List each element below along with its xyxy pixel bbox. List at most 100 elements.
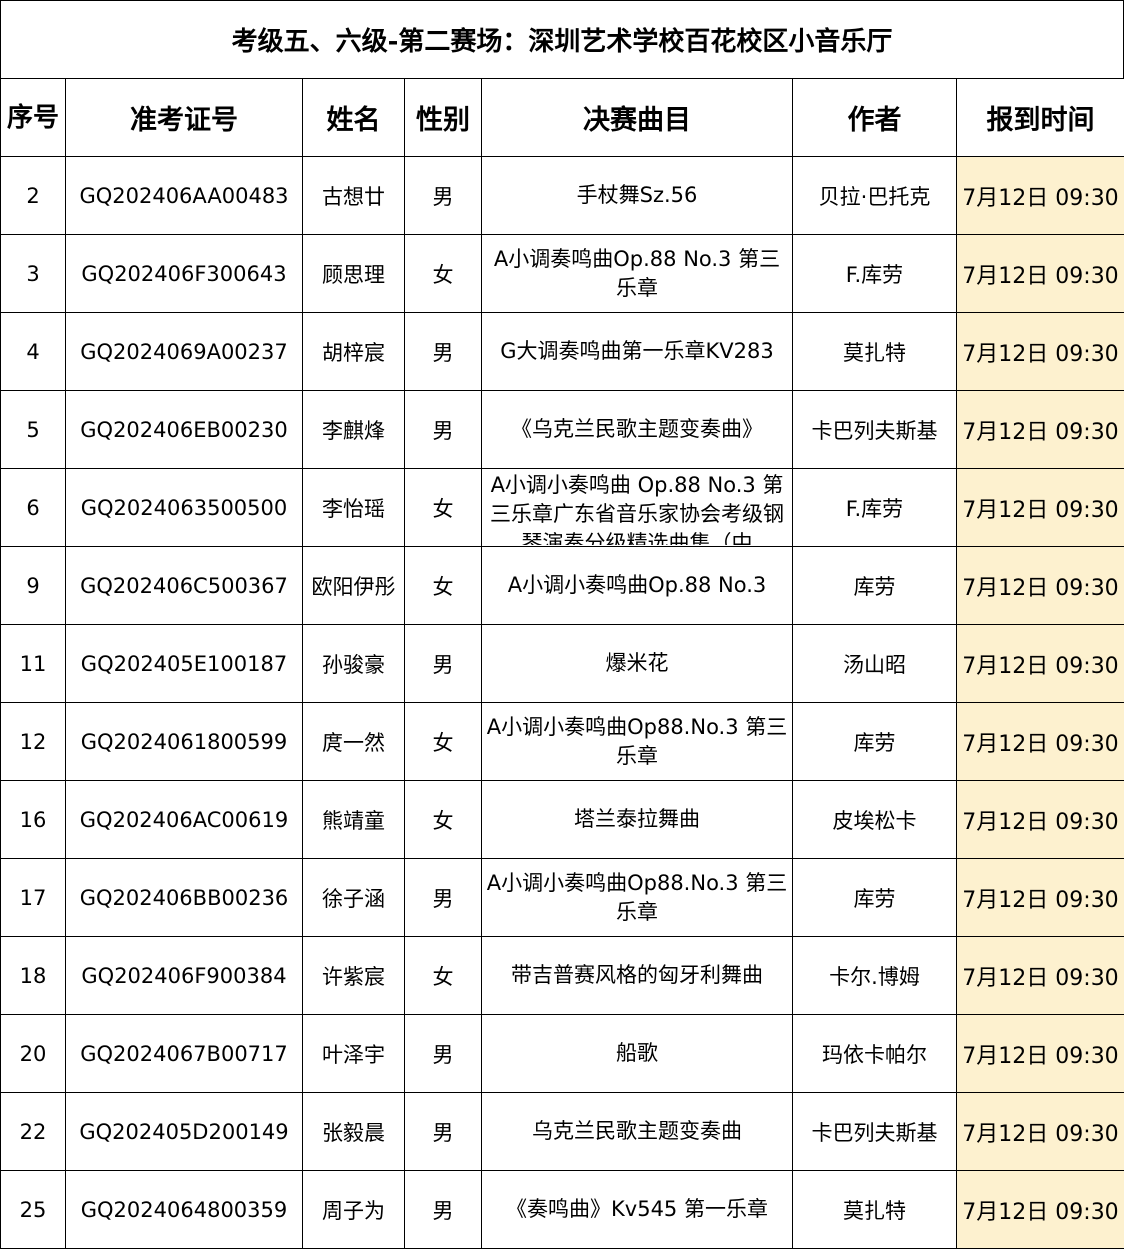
cell-composer: 卡尔.博姆 — [792, 936, 957, 1015]
cell-exam-id: GQ202406BB00236 — [65, 858, 303, 937]
cell-seq: 11 — [0, 624, 66, 703]
header-gender: 性别 — [404, 78, 482, 157]
cell-piece: A小调小奏鸣曲Op.88 No.3 — [481, 546, 793, 625]
cell-exam-id: GQ2024063500500 — [65, 468, 303, 547]
table-row: 9 GQ202406C500367 欧阳伊彤女 A小调小奏鸣曲Op.88 No.3 库劳… — [0, 546, 1124, 625]
cell-seq: 16 — [0, 780, 66, 859]
cell-checkin: 7月12日 09:30 — [956, 156, 1124, 235]
piece-text: 《奏鸣曲》Kv545 第一乐章 — [506, 1197, 768, 1221]
cell-checkin: 7月12日 09:30 — [956, 780, 1124, 859]
piece-text: A小调小奏鸣曲Op88.No.3 第三乐章 — [486, 870, 788, 924]
piece-text: A小调小奏鸣曲Op.88 No.3 — [507, 573, 767, 597]
cell-gender: 男 — [404, 1014, 482, 1093]
cell-gender: 女 — [404, 780, 482, 859]
piece-text: 爆米花 — [605, 651, 669, 675]
cell-composer: 库劳 — [792, 858, 957, 937]
table-row: 3 GQ202406F300643 顾思理女 A小调奏鸣曲Op.88 No.3 第三乐… — [0, 234, 1124, 313]
cell-gender: 女 — [404, 702, 482, 781]
cell-gender: 男 — [404, 390, 482, 469]
cell-name: 张毅晨 — [302, 1092, 405, 1171]
spreadsheet: 考级五、六级-第二赛场：深圳艺术学校百花校区小音乐厅 序号 准考证号 姓名 性别… — [0, 0, 1124, 1260]
cell-exam-id: GQ202406EB00230 — [65, 390, 303, 469]
cell-gender: 男 — [404, 312, 482, 391]
cell-exam-id: GQ2024067B00717 — [65, 1014, 303, 1093]
cell-name: 周子为 — [302, 1170, 405, 1249]
table-row: 20 GQ2024067B00717 叶泽宇男 船歌 玛依卡帕尔 7月12日 09:30 — [0, 1014, 1124, 1093]
cell-gender: 男 — [404, 156, 482, 235]
cell-seq: 9 — [0, 546, 66, 625]
cell-composer: F.库劳 — [792, 234, 957, 313]
cell-piece: A小调小奏鸣曲Op88.No.3 第三乐章 — [481, 702, 793, 781]
header-name: 姓名 — [302, 78, 405, 157]
piece-text: 塔兰泰拉舞曲 — [574, 807, 700, 831]
cell-piece: A小调小奏鸣曲Op88.No.3 第三乐章 — [481, 858, 793, 937]
cell-seq: 17 — [0, 858, 66, 937]
cell-piece: 爆米花 — [481, 624, 793, 703]
cell-piece: 手杖舞Sz.56 — [481, 156, 793, 235]
cell-checkin: 7月12日 09:30 — [956, 936, 1124, 1015]
cell-seq: 20 — [0, 1014, 66, 1093]
piece-text: 手杖舞Sz.56 — [576, 183, 698, 207]
cell-composer: 皮埃松卡 — [792, 780, 957, 859]
cell-gender: 女 — [404, 546, 482, 625]
cell-name: 许紫宸 — [302, 936, 405, 1015]
header-piece: 决赛曲目 — [481, 78, 793, 157]
cell-gender: 女 — [404, 468, 482, 547]
piece-text: 乌克兰民歌主题变奏曲 — [532, 1119, 742, 1143]
cell-seq: 22 — [0, 1092, 66, 1171]
cell-exam-id: GQ202406AC00619 — [65, 780, 303, 859]
cell-checkin: 7月12日 09:30 — [956, 858, 1124, 937]
cell-checkin: 7月12日 09:30 — [956, 546, 1124, 625]
cell-seq: 25 — [0, 1170, 66, 1249]
cell-composer: 卡巴列夫斯基 — [792, 1092, 957, 1171]
cell-name: 顾思理 — [302, 234, 405, 313]
cell-seq: 18 — [0, 936, 66, 1015]
cell-checkin: 7月12日 09:30 — [956, 702, 1124, 781]
cell-piece: 带吉普赛风格的匈牙利舞曲 — [481, 936, 793, 1015]
piece-text: 带吉普赛风格的匈牙利舞曲 — [511, 963, 763, 987]
cell-piece: 乌克兰民歌主题变奏曲 — [481, 1092, 793, 1171]
header-composer: 作者 — [792, 78, 957, 157]
cell-checkin: 7月12日 09:30 — [956, 1092, 1124, 1171]
cell-piece: 塔兰泰拉舞曲 — [481, 780, 793, 859]
cell-gender: 女 — [404, 234, 482, 313]
header-seq: 序号 — [0, 78, 66, 157]
cell-checkin: 7月12日 09:30 — [956, 468, 1124, 547]
piece-text: A小调奏鸣曲Op.88 No.3 第三乐章 — [493, 246, 781, 300]
cell-composer: 玛依卡帕尔 — [792, 1014, 957, 1093]
table-row: 5 GQ202406EB00230 李麒烽男 《乌克兰民歌主题变奏曲》 卡巴列夫斯基 7月… — [0, 390, 1124, 469]
table-row: 11 GQ202405E100187 孙骏豪男 爆米花 汤山昭 7月12日 09:30 — [0, 624, 1124, 703]
cell-gender: 男 — [404, 1092, 482, 1171]
cell-name: 胡梓宸 — [302, 312, 405, 391]
table-row: 16 GQ202406AC00619 熊靖童女 塔兰泰拉舞曲 皮埃松卡 7月12日 09:… — [0, 780, 1124, 859]
header-exam-id: 准考证号 — [65, 78, 303, 157]
piece-text: 船歌 — [616, 1041, 658, 1065]
table-row: 6 GQ2024063500500 李怡瑶女 A小调小奏鸣曲 Op.88 No.3 第… — [0, 468, 1124, 547]
cell-exam-id: GQ202406F300643 — [65, 234, 303, 313]
cell-seq: 6 — [0, 468, 66, 547]
cell-checkin: 7月12日 09:30 — [956, 1014, 1124, 1093]
table-row: 25 GQ2024064800359 周子为男《奏鸣曲》Kv545 第一乐章 莫扎特 7… — [0, 1170, 1124, 1249]
cell-piece: 《乌克兰民歌主题变奏曲》 — [481, 390, 793, 469]
cell-gender: 男 — [404, 858, 482, 937]
cell-gender: 男 — [404, 624, 482, 703]
piece-text: 《乌克兰民歌主题变奏曲》 — [511, 417, 763, 441]
piece-text: A小调小奏鸣曲 Op.88 No.3 第三乐章广东省音乐家协会考级钢琴演奏分级精… — [490, 472, 784, 545]
sheet-title: 考级五、六级-第二赛场：深圳艺术学校百花校区小音乐厅 — [0, 0, 1124, 78]
cell-name: 李怡瑶 — [302, 468, 405, 547]
cell-exam-id: GQ202405E100187 — [65, 624, 303, 703]
cell-exam-id: GQ2024061800599 — [65, 702, 303, 781]
cell-seq: 4 — [0, 312, 66, 391]
cell-checkin: 7月12日 09:30 — [956, 312, 1124, 391]
cell-exam-id: GQ202406C500367 — [65, 546, 303, 625]
cell-composer: 卡巴列夫斯基 — [792, 390, 957, 469]
piece-text: G大调奏鸣曲第一乐章KV283 — [500, 339, 774, 363]
cell-exam-id: GQ202405D200149 — [65, 1092, 303, 1171]
cell-piece: 《奏鸣曲》Kv545 第一乐章 — [481, 1170, 793, 1249]
cell-exam-id: GQ2024069A00237 — [65, 312, 303, 391]
cell-composer: 莫扎特 — [792, 312, 957, 391]
cell-seq: 12 — [0, 702, 66, 781]
cell-name: 熊靖童 — [302, 780, 405, 859]
cell-piece: G大调奏鸣曲第一乐章KV283 — [481, 312, 793, 391]
cell-checkin: 7月12日 09:30 — [956, 1170, 1124, 1249]
